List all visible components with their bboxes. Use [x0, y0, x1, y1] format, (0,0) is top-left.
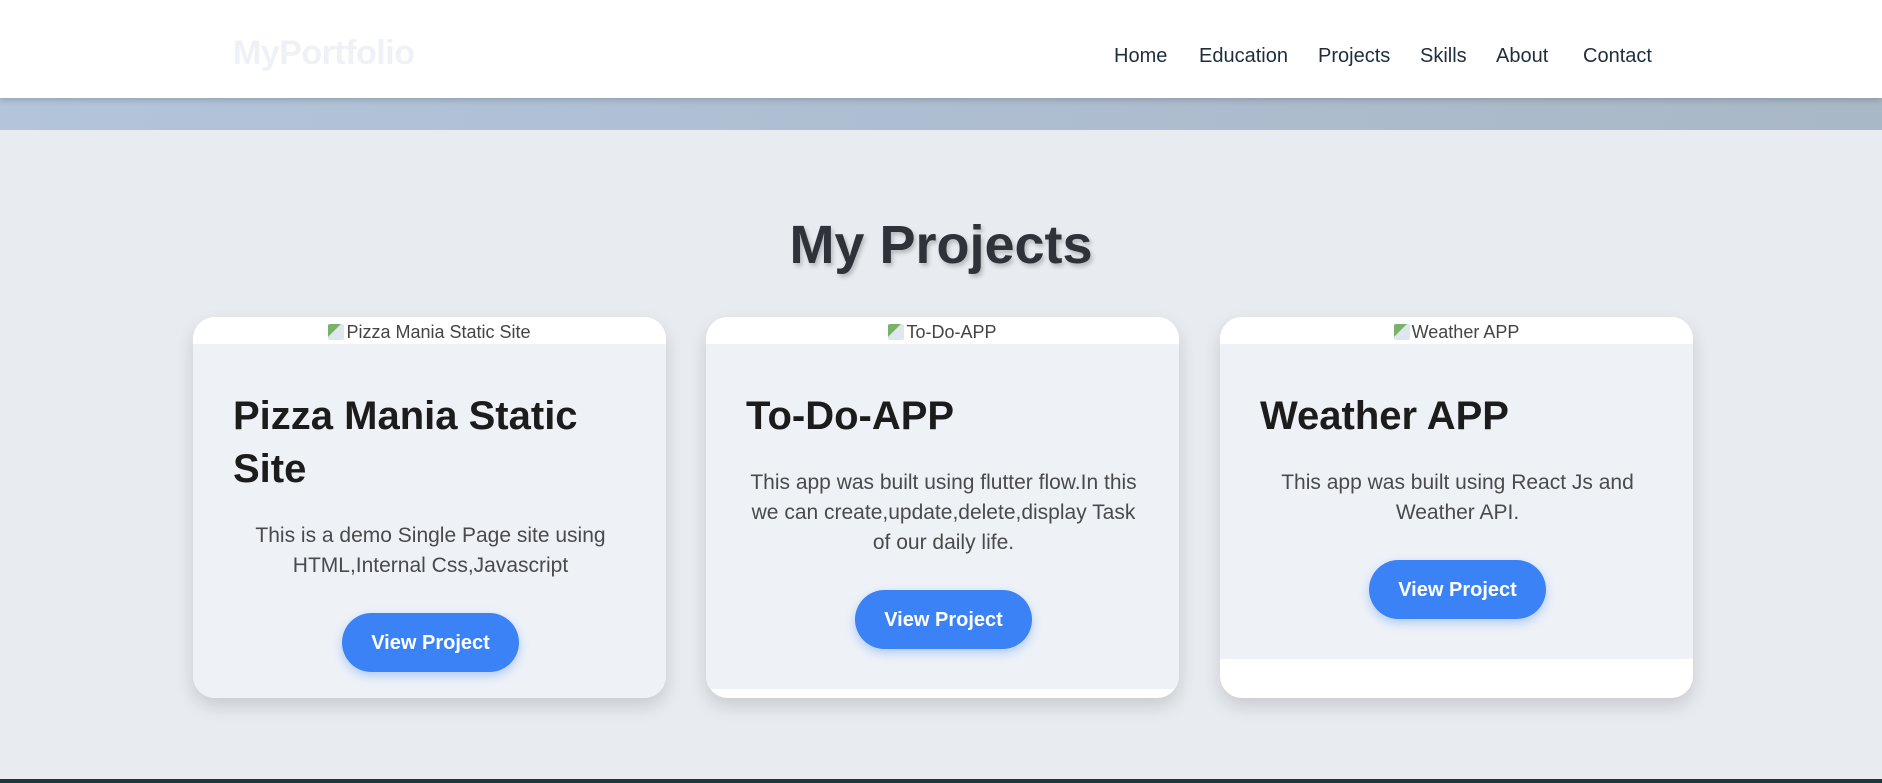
project-title: Pizza Mania Static Site	[233, 394, 578, 491]
hero-strip	[0, 98, 1882, 130]
broken-image-icon	[888, 324, 905, 340]
project-image: Pizza Mania Static Site	[193, 317, 666, 344]
image-alt-text: Weather APP	[1411, 322, 1520, 342]
project-description: This app was built using flutter flow.In…	[750, 471, 1137, 554]
section-title: My Projects	[789, 215, 1093, 275]
project-card: To-Do-APP To-Do-APP This app was built u…	[706, 317, 1179, 698]
nav-links: Home Education Projects Skills About Con…	[0, 46, 1882, 70]
nav-link-home[interactable]: Home	[1114, 46, 1167, 66]
project-title: To-Do-APP	[746, 394, 955, 438]
project-image: To-Do-APP	[706, 317, 1179, 344]
nav-link-skills[interactable]: Skills	[1420, 46, 1467, 66]
broken-image-icon	[328, 324, 345, 340]
project-card: Pizza Mania Static Site Pizza Mania Stat…	[193, 317, 666, 698]
image-alt-text: To-Do-APP	[906, 322, 997, 342]
view-project-button[interactable]: View Project	[1369, 560, 1546, 619]
broken-image-icon	[1393, 324, 1410, 340]
project-description: This is a demo Single Page site using HT…	[255, 524, 606, 577]
project-image: Weather APP	[1220, 317, 1693, 344]
project-title: Weather APP	[1260, 394, 1509, 438]
view-project-button[interactable]: View Project	[855, 590, 1032, 649]
project-card: Weather APP Weather APP This app was bui…	[1220, 317, 1693, 698]
card-body: To-Do-APP This app was built using flutt…	[706, 344, 1179, 689]
view-project-button[interactable]: View Project	[342, 613, 519, 672]
navbar: MyPortfolio Home Education Projects Skil…	[0, 0, 1882, 98]
card-body: Pizza Mania Static Site This is a demo S…	[193, 344, 666, 698]
image-alt-text: Pizza Mania Static Site	[346, 322, 531, 342]
nav-link-education[interactable]: Education	[1199, 46, 1288, 66]
nav-link-about[interactable]: About	[1496, 46, 1548, 66]
footer-edge	[0, 779, 1882, 783]
nav-link-projects[interactable]: Projects	[1318, 46, 1390, 66]
nav-link-contact[interactable]: Contact	[1583, 46, 1652, 66]
project-description: This app was built using React Js and We…	[1281, 471, 1634, 524]
card-body: Weather APP This app was built using Rea…	[1220, 344, 1693, 659]
